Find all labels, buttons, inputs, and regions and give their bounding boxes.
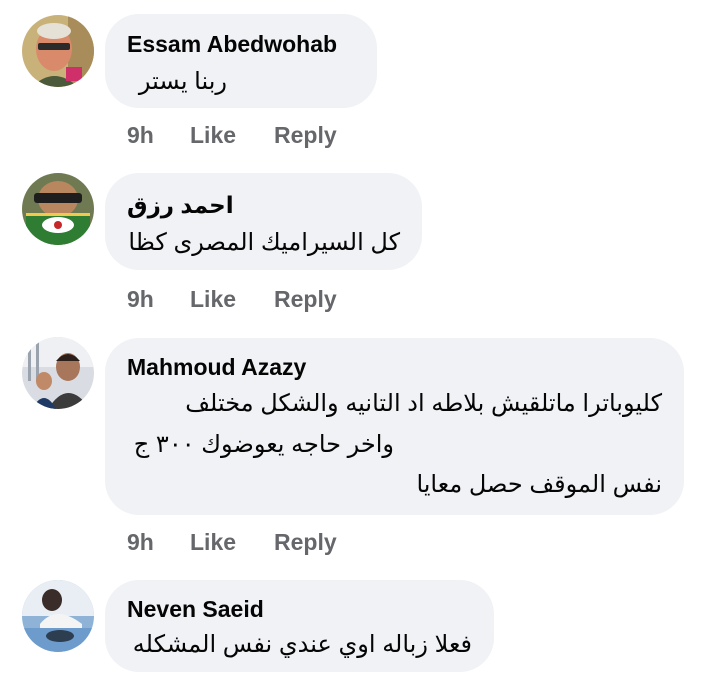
comment-text: كليوباترا ماتلقيش بلاطه اد التانيه والشك… <box>185 390 662 417</box>
reply-button[interactable]: Reply <box>274 529 337 556</box>
comment-bubble: احمد رزق كل السيراميك المصرى كظا <box>105 173 422 270</box>
comment-timestamp[interactable]: 9h <box>127 286 154 313</box>
comment-bubble: Mahmoud Azazy كليوباترا ماتلقيش بلاطه اد… <box>105 338 684 515</box>
avatar[interactable] <box>22 15 94 87</box>
comment-author[interactable]: Neven Saeid <box>127 596 264 623</box>
comment-text: كل السيراميك المصرى كظا <box>128 229 400 256</box>
profile-photo-icon <box>22 337 94 409</box>
comment-text: فعلا زباله اوي عندي نفس المشكله <box>132 631 472 658</box>
comment-author[interactable]: Mahmoud Azazy <box>127 354 306 381</box>
profile-photo-icon <box>22 580 94 652</box>
comment-timestamp[interactable]: 9h <box>127 529 154 556</box>
reply-button[interactable]: Reply <box>274 286 337 313</box>
comment-text: واخر حاجه يعوضوك ٣٠٠ ج <box>133 431 394 458</box>
like-button[interactable]: Like <box>190 529 236 556</box>
avatar[interactable] <box>22 173 94 245</box>
profile-photo-icon <box>22 15 94 87</box>
avatar[interactable] <box>22 580 94 652</box>
like-button[interactable]: Like <box>190 122 236 149</box>
comment-bubble: Neven Saeid فعلا زباله اوي عندي نفس المش… <box>105 580 494 672</box>
profile-photo-icon <box>22 173 94 245</box>
avatar[interactable] <box>22 337 94 409</box>
comment-author[interactable]: احمد رزق <box>127 192 234 219</box>
comment-text: نفس الموقف حصل معايا <box>416 471 662 498</box>
like-button[interactable]: Like <box>190 286 236 313</box>
comment-author[interactable]: Essam Abedwohab <box>127 31 337 58</box>
reply-button[interactable]: Reply <box>274 122 337 149</box>
comment-bubble: Essam Abedwohab ربنا يستر <box>105 14 377 108</box>
comment-timestamp[interactable]: 9h <box>127 122 154 149</box>
comment-text: ربنا يستر <box>138 68 227 95</box>
